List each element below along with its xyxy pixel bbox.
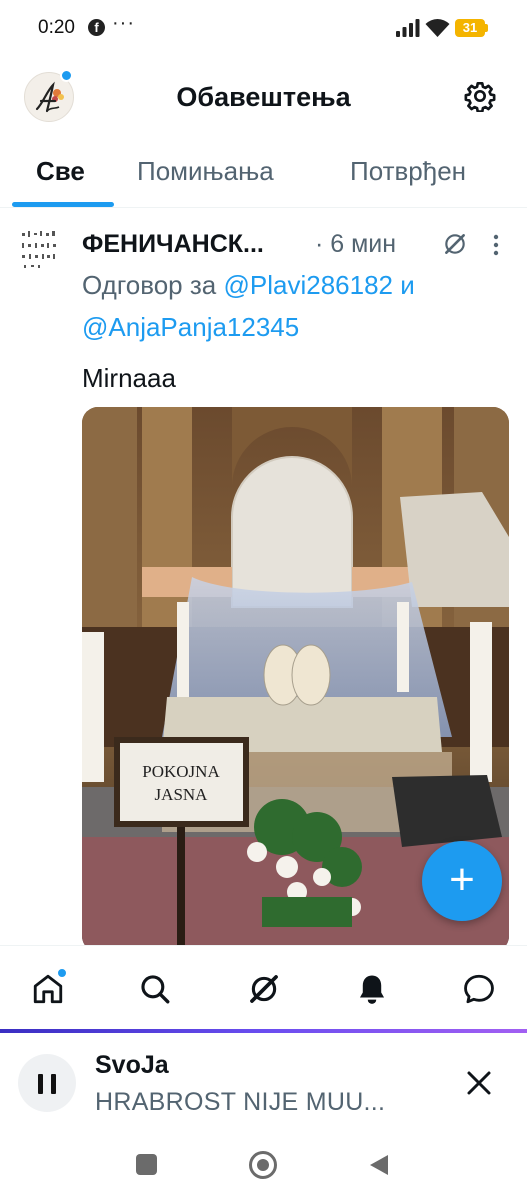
status-bar: 0:20 f ··· 31	[0, 0, 527, 58]
pause-button[interactable]	[18, 1054, 76, 1112]
reply-to-line: Одговор за @Plavi286182 и	[82, 270, 415, 301]
post-author-name[interactable]: ФЕНИЧАНСК...	[82, 230, 264, 259]
sign-line-1: POKOJNA	[142, 762, 220, 781]
search-icon[interactable]	[138, 972, 172, 1006]
mention-link[interactable]: @AnjaPanja12345	[82, 312, 299, 342]
reply-conjunction: и	[400, 270, 415, 300]
player-title[interactable]: SvoJa	[95, 1051, 169, 1080]
battery-level: 31	[462, 20, 478, 35]
avatar-notification-dot	[60, 69, 73, 82]
media-player: SvoJa HRABROST NIJE MUU...	[0, 1033, 527, 1133]
tab-bar: Све Помињања Потврђен	[0, 138, 527, 208]
header: Обавештења	[0, 58, 527, 138]
post-author-avatar[interactable]	[16, 225, 64, 273]
page-title: Обавештења	[176, 82, 351, 112]
tab-verified[interactable]: Потврђен	[350, 156, 466, 187]
mention-link[interactable]: @Plavi286182	[223, 270, 393, 300]
facebook-icon: f	[88, 19, 105, 36]
reply-prefix: Одговор за	[82, 270, 217, 300]
home-unread-dot	[56, 967, 68, 979]
pause-icon	[51, 1074, 56, 1094]
memorial-sign: POKOJNA JASNA	[114, 737, 249, 827]
compose-button[interactable]: +	[422, 841, 502, 921]
system-home-button[interactable]	[249, 1151, 277, 1179]
bottom-navigation	[0, 945, 527, 1029]
bell-icon[interactable]	[355, 972, 389, 1006]
post-timestamp: · 6 мин	[315, 230, 397, 258]
tab-mentions[interactable]: Помињања	[137, 156, 274, 187]
grok-icon[interactable]	[247, 972, 281, 1006]
sign-line-2: JASNA	[155, 785, 209, 804]
active-tab-indicator	[12, 202, 114, 207]
message-icon[interactable]	[462, 972, 496, 1006]
signal-icon	[396, 19, 420, 37]
status-time: 0:20	[38, 17, 75, 38]
gear-icon[interactable]	[464, 80, 496, 112]
battery-icon: 31	[455, 19, 489, 37]
system-navigation-bar	[0, 1133, 527, 1200]
grok-icon[interactable]	[442, 231, 468, 257]
reply-to-line-2: @AnjaPanja12345	[82, 312, 299, 343]
recents-button[interactable]	[136, 1154, 157, 1175]
pause-icon	[38, 1074, 43, 1094]
back-button[interactable]	[368, 1153, 390, 1177]
close-icon[interactable]	[464, 1068, 494, 1098]
tab-all[interactable]: Све	[36, 156, 85, 187]
post-text: Mirnaaa	[82, 363, 176, 393]
wifi-icon	[425, 19, 450, 37]
more-notifications-icon: ···	[112, 12, 135, 34]
more-options-icon[interactable]	[491, 232, 501, 258]
player-subtitle[interactable]: HRABROST NIJE MUU...	[95, 1088, 385, 1117]
